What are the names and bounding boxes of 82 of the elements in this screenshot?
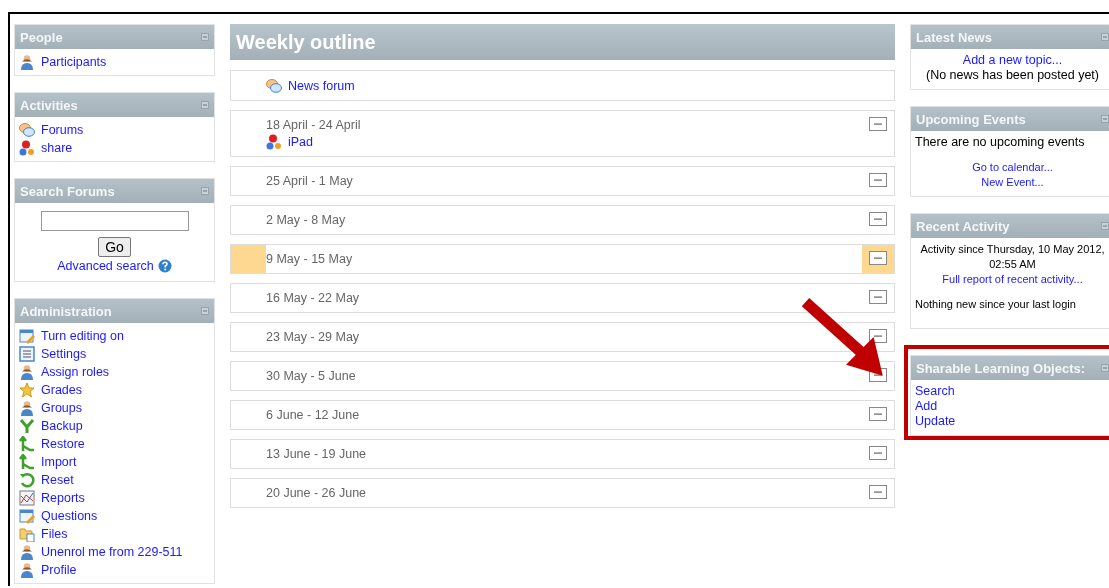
block-link[interactable]: Add a new topic... xyxy=(962,53,1063,67)
activity-link[interactable]: News forum xyxy=(288,79,355,93)
week-title: 9 May - 15 May xyxy=(266,251,354,267)
collapse-icon[interactable] xyxy=(869,329,887,343)
block-text: Activity since Thursday, 10 May 2012, 02:55 AM xyxy=(920,243,1105,270)
block-link[interactable]: Import xyxy=(41,455,77,469)
person-icon xyxy=(19,562,35,578)
speech-bubbles-icon xyxy=(266,78,282,94)
arrow-up-icon xyxy=(19,436,35,452)
chart-icon xyxy=(19,490,35,506)
speech-bubbles-icon xyxy=(19,122,35,138)
collapse-icon[interactable] xyxy=(869,485,887,499)
collapse-icon[interactable] xyxy=(869,173,887,187)
search-field[interactable] xyxy=(40,211,189,231)
block-title: Activities xyxy=(20,97,78,113)
block-link[interactable]: New Event... xyxy=(981,176,1044,188)
week-title: 25 April - 1 May xyxy=(266,173,354,189)
week-title: 18 April - 24 April xyxy=(266,117,362,133)
block-link[interactable]: Go to calendar... xyxy=(972,161,1053,173)
list-icon xyxy=(19,346,35,362)
activity-link[interactable]: iPad xyxy=(288,135,314,149)
edit-icon xyxy=(19,508,35,524)
block-link[interactable]: Restore xyxy=(41,437,85,451)
block-text: Nothing new since your last login xyxy=(915,298,1076,310)
edit-icon xyxy=(19,328,35,344)
collapse-icon[interactable] xyxy=(869,290,887,304)
collapse-icon[interactable] xyxy=(869,407,887,421)
block-link[interactable]: Assign roles xyxy=(41,365,110,379)
week-title: 30 May - 5 June xyxy=(266,368,357,384)
week-title: 6 June - 12 June xyxy=(266,407,361,423)
block-text: (No news has been posted yet) xyxy=(926,68,1099,82)
help-icon[interactable] xyxy=(157,259,172,273)
block-link[interactable]: Reset xyxy=(41,473,74,487)
block-title: People xyxy=(20,29,63,45)
block-link[interactable]: Unenrol me from 229-511 xyxy=(41,545,183,559)
block-title: Recent Activity xyxy=(916,218,1010,234)
block-link[interactable]: Add xyxy=(915,399,938,413)
block-link[interactable]: Update xyxy=(915,414,956,428)
block-link[interactable]: Backup xyxy=(41,419,83,433)
block-title: Sharable Learning Objects: xyxy=(916,360,1086,376)
collapse-icon[interactable] xyxy=(869,117,887,131)
collapse-icon[interactable] xyxy=(869,212,887,226)
week-title: 20 June - 26 June xyxy=(266,485,368,501)
collapse-icon[interactable] xyxy=(869,446,887,460)
person-icon xyxy=(19,54,35,70)
block-link[interactable]: Questions xyxy=(41,509,98,523)
week-title: 13 June - 19 June xyxy=(266,446,368,462)
person-icon xyxy=(19,364,35,380)
go-button[interactable]: Go xyxy=(98,237,131,257)
block-link[interactable]: share xyxy=(41,141,73,155)
block-title: Upcoming Events xyxy=(916,111,1026,127)
dots-icon xyxy=(266,134,282,150)
week-title: 23 May - 29 May xyxy=(266,329,361,345)
block-link[interactable]: Reports xyxy=(41,491,85,505)
arrow-up-icon xyxy=(19,454,35,470)
block-link[interactable]: Grades xyxy=(41,383,82,397)
arrows-icon xyxy=(19,418,35,434)
week-title: 16 May - 22 May xyxy=(266,290,361,306)
star-icon xyxy=(19,382,35,398)
highlight-strip xyxy=(231,245,266,273)
block-title: Search Forums xyxy=(20,183,115,199)
person-icon xyxy=(19,544,35,560)
block-title: Latest News xyxy=(916,29,992,45)
block-link[interactable]: Files xyxy=(41,527,68,541)
block-link[interactable]: Settings xyxy=(41,347,87,361)
outline-title: Weekly outline xyxy=(236,30,376,54)
block-link[interactable]: Profile xyxy=(41,563,77,577)
block-title: Administration xyxy=(20,303,112,319)
dots-icon xyxy=(19,140,35,156)
block-link[interactable]: Search xyxy=(915,384,955,398)
block-link[interactable]: Full report of recent activity... xyxy=(942,273,1083,285)
block-link[interactable]: Turn editing on xyxy=(41,329,124,343)
week-title: 2 May - 8 May xyxy=(266,212,347,228)
advanced-search-link[interactable]: Advanced search xyxy=(57,259,154,273)
person-icon xyxy=(19,400,35,416)
collapse-icon[interactable] xyxy=(869,251,887,265)
folder-icon xyxy=(19,526,35,542)
block-link[interactable]: Groups xyxy=(41,401,82,415)
block-link[interactable]: Forums xyxy=(41,123,84,137)
block-link[interactable]: Participants xyxy=(41,55,107,69)
circular-arrow-icon xyxy=(19,472,35,488)
block-text: There are no upcoming events xyxy=(915,135,1085,149)
